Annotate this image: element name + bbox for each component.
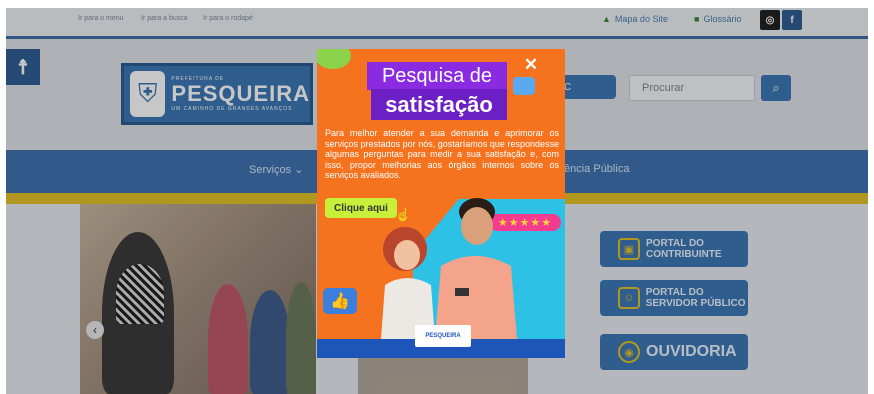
popup-title-line2: satisfação: [371, 89, 507, 120]
woman-illustration: [381, 227, 435, 339]
man-illustration: [435, 198, 517, 339]
thumbs-up-icon: 👍: [323, 288, 357, 314]
page: Ir para o menu Ir para a busca Ir para o…: [6, 8, 868, 394]
popup-logo: PESQUEIRA: [415, 325, 471, 347]
survey-popup: Pesquisa de satisfação ✕ Para melhor ate…: [317, 49, 565, 358]
popup-body-text: Para melhor atender a sua demanda e apri…: [325, 128, 559, 180]
cta-button[interactable]: Clique aqui: [325, 198, 397, 218]
close-icon[interactable]: ✕: [522, 55, 540, 74]
chat-bubble-icon: [317, 49, 351, 69]
message-icon: [513, 77, 535, 95]
hand-cursor-icon: ☝: [395, 207, 412, 222]
popup-title-line1: Pesquisa de: [367, 62, 507, 90]
